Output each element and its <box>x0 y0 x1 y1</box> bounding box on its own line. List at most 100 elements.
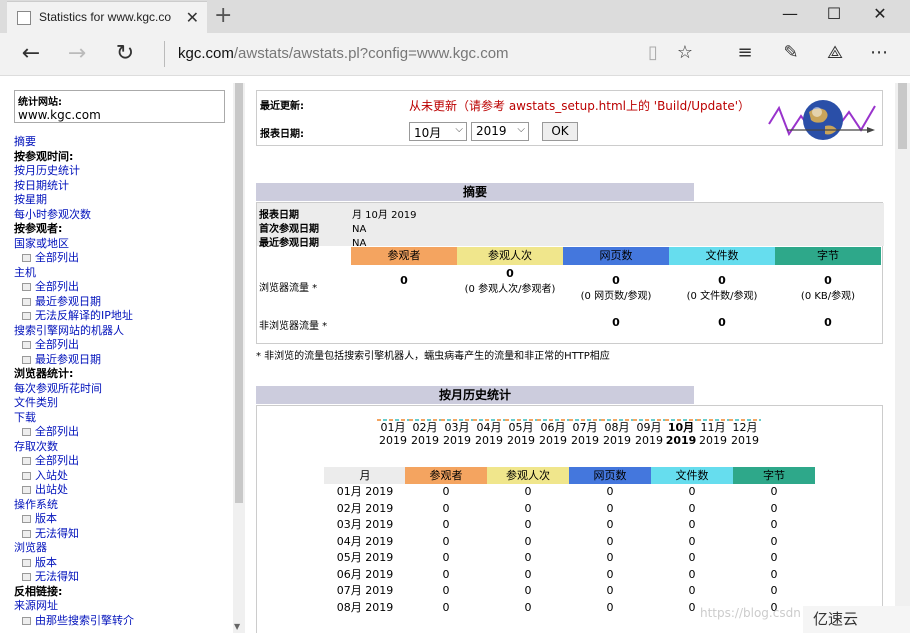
sidebar-item-label: 按星期 <box>14 193 47 206</box>
refresh-icon[interactable]: ↻ <box>110 41 140 66</box>
month-label: 02月 2019 <box>411 421 439 447</box>
close-tab-icon[interactable]: ✕ <box>186 8 199 27</box>
sidebar-item[interactable]: 入站处 <box>14 469 229 484</box>
sidebar-item[interactable]: 来源网址 <box>14 599 229 614</box>
window-close-icon[interactable]: ✕ <box>870 4 890 23</box>
sidebar-item[interactable]: 按月历史统计 <box>14 164 229 179</box>
table-row: 07月 2019 0 0 0 0 0 <box>336 584 778 597</box>
sidebar-item[interactable]: 最近参观日期 <box>14 295 229 310</box>
sidebar-item[interactable]: 无法反解译的IP地址 <box>14 309 229 324</box>
sidebar-item[interactable]: 最近参观日期 <box>14 353 229 368</box>
sidebar-item: 浏览器统计: <box>14 367 229 382</box>
new-tab-icon[interactable]: + <box>214 3 232 28</box>
left-scrollbar-thumb[interactable] <box>235 83 243 503</box>
sidebar-item[interactable]: 由那些搜索引擎转介 <box>14 614 229 629</box>
sidebar-item-label: 入站处 <box>35 468 68 482</box>
browser-tab[interactable]: Statistics for www.kgc.co ✕ <box>7 1 207 33</box>
monthly-column-header: 文件数 <box>651 467 733 484</box>
right-scrollbar[interactable] <box>895 83 910 633</box>
traffic-note: * 非浏览的流量包括搜索引擎机器人，蠕虫病毒产生的流量和非正常的HTTP相应 <box>256 351 610 362</box>
sidebar-item-label: 来源网址 <box>14 599 58 612</box>
sidebar-item-label: 最近参观日期 <box>35 352 101 366</box>
left-menu-frame: 统计网站: www.kgc.com 摘要 按参观时间: 按月历史统计 按日期统计 按星期… <box>8 83 245 633</box>
monthly-column-header: 月 <box>324 467 406 484</box>
list-icon <box>22 312 31 320</box>
sidebar-item-label: 操作系统 <box>14 497 58 511</box>
sidebar-item-label: 浏览器 <box>14 541 47 554</box>
web-note-icon[interactable]: ✎ <box>778 42 804 63</box>
sidebar-item[interactable]: 文件类别 <box>14 396 229 411</box>
browser-traffic-cell: 0 (0 参观人次/参观者) <box>464 267 556 295</box>
forward-icon[interactable]: → <box>62 41 92 66</box>
table-row: 04月 2019 0 0 0 0 0 <box>336 534 778 548</box>
summary-column-header: 字节 <box>775 247 881 265</box>
sidebar-item[interactable]: 搜索引擎网站的机器人 <box>14 324 229 339</box>
month-label: 10月 2019 <box>665 421 697 447</box>
favorite-star-icon[interactable]: ☆ <box>672 42 698 63</box>
sidebar-item-label: 由那些搜索引擎转介 <box>35 613 134 627</box>
sidebar-item[interactable]: 下载 <box>14 411 229 426</box>
minimize-icon[interactable]: — <box>780 4 800 23</box>
list-icon <box>22 515 31 523</box>
sidebar-item[interactable]: 存取次数 <box>14 440 229 455</box>
sidebar-item[interactable]: 操作系统 <box>14 498 229 513</box>
sidebar-item-label: 全部列出 <box>35 280 79 293</box>
sidebar-item-label: 每小时参观次数 <box>14 207 91 221</box>
divider <box>164 41 165 67</box>
sidebar-item[interactable]: 每小时参观次数 <box>14 208 229 223</box>
sidebar-item[interactable]: 浏览器 <box>14 541 229 556</box>
summary-column-header: 网页数 <box>563 247 669 265</box>
chevron-down-icon: ⌵ <box>455 124 463 135</box>
summary-box: 报表日期月 10月 2019 首次参观日期 NA 最近参观日期 NA 参观者 参观人次… <box>256 202 884 344</box>
awstats-logo[interactable] <box>767 94 877 144</box>
list-icon <box>22 428 31 436</box>
sidebar-item: 按参观时间: <box>14 150 229 165</box>
sidebar-item[interactable]: 全部列出 <box>14 251 229 266</box>
sidebar-item-label: 国家或地区 <box>14 236 69 250</box>
sidebar-item[interactable]: 摘要 <box>14 135 229 150</box>
url-field[interactable]: kgc.com/awstats/awstats.pl?config=www.kg… <box>178 45 509 62</box>
sidebar-item-label: 无法得知 <box>35 570 79 583</box>
sidebar-item-label: 出站处 <box>35 483 68 496</box>
non-browser-traffic-cell: 0 <box>718 316 726 329</box>
scroll-down-icon[interactable]: ▼ <box>234 622 240 631</box>
month-select[interactable]: 10月 ⌵ <box>409 122 467 141</box>
sidebar-item[interactable]: 每次参观所花时间 <box>14 382 229 397</box>
sidebar-item[interactable]: 按日期统计 <box>14 179 229 194</box>
sidebar-item-label: 无法反解译的IP地址 <box>35 309 133 322</box>
sidebar-item[interactable]: 国家或地区 <box>14 237 229 252</box>
sidebar-item[interactable]: 版本 <box>14 556 229 571</box>
ok-button[interactable]: OK <box>542 122 578 141</box>
table-row: 01月 2019 0 0 0 0 0 <box>336 485 778 498</box>
sidebar-item-label: 存取次数 <box>14 439 58 453</box>
month-label: 05月 2019 <box>507 421 535 447</box>
sidebar-item-label: 搜索引擎网站的机器人 <box>14 323 124 337</box>
right-scrollbar-thumb[interactable] <box>898 83 907 149</box>
sidebar-item[interactable]: 按星期 <box>14 193 229 208</box>
maximize-icon[interactable]: ☐ <box>824 4 844 23</box>
sidebar-item[interactable]: 全部列出 <box>14 454 229 469</box>
monthly-title: 按月历史统计 <box>256 386 694 404</box>
summary-column-header: 参观人次 <box>457 247 563 265</box>
more-icon[interactable]: ⋯ <box>866 42 892 63</box>
share-icon[interactable]: ⟁ <box>822 42 848 63</box>
sidebar-item[interactable]: 全部列出 <box>14 338 229 353</box>
month-label: 11月 2019 <box>699 421 727 447</box>
back-icon[interactable]: ← <box>16 41 46 66</box>
hub-icon[interactable]: ≡ <box>732 42 758 63</box>
left-scrollbar[interactable]: ▼ <box>233 83 245 633</box>
sidebar-item[interactable]: 无法得知 <box>14 570 229 585</box>
year-select[interactable]: 2019 ⌵ <box>471 122 529 141</box>
sidebar-item[interactable]: 主机 <box>14 266 229 281</box>
sidebar-item-label: 按参观时间: <box>14 149 74 163</box>
sidebar-item[interactable]: 全部列出 <box>14 280 229 295</box>
sidebar-item[interactable]: 全部列出 <box>14 425 229 440</box>
sidebar-item[interactable]: 出站处 <box>14 483 229 498</box>
sidebar-item[interactable]: 无法得知 <box>14 527 229 542</box>
sidebar-item-label: 下载 <box>14 410 36 424</box>
site-label: 统计网站: <box>18 97 62 108</box>
sidebar-item[interactable]: 版本 <box>14 512 229 527</box>
summary-row-report-date: 报表日期月 10月 2019 <box>259 210 417 221</box>
reading-view-icon[interactable]: ▯ <box>640 42 666 63</box>
list-icon <box>22 341 31 349</box>
